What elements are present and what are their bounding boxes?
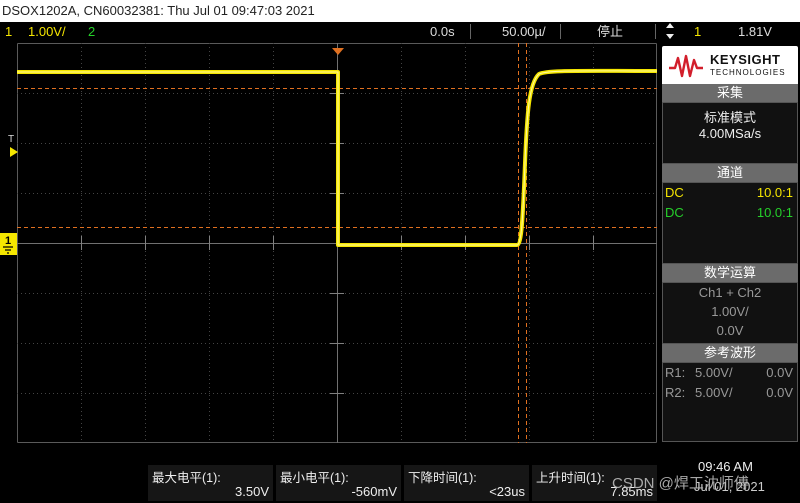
watermark: CSDN @焊工沈师傅: [612, 475, 749, 492]
ref1-scale: 5.00V/: [695, 365, 733, 380]
keysight-logo: KEYSIGHT TECHNOLOGIES: [662, 46, 798, 86]
math-function: Ch1 + Ch2: [698, 285, 762, 300]
trigger-label: T: [8, 134, 15, 145]
measurement-max[interactable]: 最大电平(1): 3.50V: [148, 465, 273, 501]
math-offset: 0.0V: [716, 323, 744, 338]
measurement-label: 最大电平(1):: [152, 471, 221, 485]
acquire-mode: 标准模式: [703, 110, 756, 125]
graticule[interactable]: [17, 43, 658, 443]
trigger-position-marker[interactable]: [332, 43, 344, 61]
ch1-number[interactable]: 1: [5, 22, 12, 41]
acquire-header[interactable]: 采集: [662, 84, 798, 102]
trigger-edge-icon: [664, 22, 676, 45]
title-bar: DSOX1202A, CN60032381: Thu Jul 01 09:47:…: [0, 0, 800, 22]
ref2-offset: 0.0V: [766, 385, 793, 400]
separator: [560, 24, 561, 39]
math-panel[interactable]: Ch1 + Ch2 1.00V/ 0.0V: [662, 282, 798, 344]
measurement-min[interactable]: 最小电平(1): -560mV: [276, 465, 401, 501]
status-bar: 1 1.00V/ 2 0.0s 50.00µ/ 停止 1 1.81V: [0, 22, 800, 41]
trigger-source[interactable]: 1: [694, 22, 701, 41]
trigger-level-marker[interactable]: T: [5, 134, 19, 160]
ch2-coupling: DC: [665, 205, 684, 220]
measurement-value: -560mV: [351, 484, 397, 499]
channels-panel[interactable]: DC 10.0:1 DC 10.0:1: [662, 182, 798, 264]
sidebar: KEYSIGHT TECHNOLOGIES 采集 标准模式 4.00MSa/s …: [660, 43, 800, 443]
time-scale[interactable]: 50.00µ/: [502, 22, 546, 41]
measurement-label: 最小电平(1):: [280, 471, 349, 485]
measurement-label: 下降时间(1):: [408, 471, 477, 485]
ref-header[interactable]: 参考波形: [662, 344, 798, 362]
trigger-level[interactable]: 1.81V: [738, 22, 772, 41]
brand-name: KEYSIGHT: [710, 52, 781, 67]
ch1-coupling: DC: [665, 185, 684, 200]
ch1-ground-marker[interactable]: 1: [0, 233, 17, 255]
measurement-value: 3.50V: [235, 484, 269, 499]
ref2-scale: 5.00V/: [695, 385, 733, 400]
measurement-value: <23us: [489, 484, 525, 499]
acquire-rate: 4.00MSa/s: [698, 126, 762, 141]
ch1-scale[interactable]: 1.00V/: [28, 22, 66, 41]
acquire-panel[interactable]: 标准模式 4.00MSa/s: [662, 102, 798, 164]
separator: [655, 24, 656, 39]
math-header[interactable]: 数学运算: [662, 264, 798, 282]
ch2-number[interactable]: 2: [88, 22, 95, 41]
run-state[interactable]: 停止: [597, 22, 623, 41]
ch1-probe: 10.0:1: [756, 185, 793, 200]
ref2-name: R2:: [665, 385, 686, 400]
time-delay[interactable]: 0.0s: [430, 22, 455, 41]
keysight-wave-icon: [669, 54, 703, 78]
measurement-fall-time[interactable]: 下降时间(1): <23us: [404, 465, 529, 501]
ref1-name: R1:: [665, 365, 686, 380]
separator: [470, 24, 471, 39]
ch2-probe: 10.0:1: [756, 205, 793, 220]
channels-header[interactable]: 通道: [662, 164, 798, 182]
math-scale: 1.00V/: [711, 304, 749, 319]
ref-panel[interactable]: R1: 5.00V/ 0.0V R2: 5.00V/ 0.0V: [662, 362, 798, 442]
measurement-label: 上升时间(1):: [536, 471, 605, 485]
title-text: DSOX1202A, CN60032381: Thu Jul 01 09:47:…: [2, 3, 315, 18]
brand-sub: TECHNOLOGIES: [710, 68, 786, 77]
ref1-offset: 0.0V: [766, 365, 793, 380]
